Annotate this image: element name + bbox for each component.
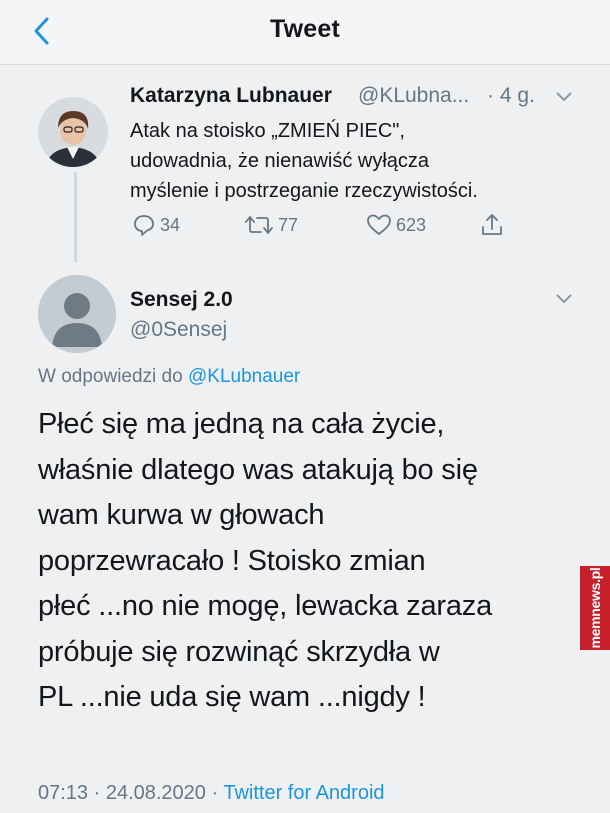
reply-icon <box>134 215 154 236</box>
retweet-count: 77 <box>278 214 299 235</box>
author-name[interactable]: Katarzyna Lubnauer <box>130 84 332 108</box>
avatar[interactable] <box>38 275 116 353</box>
tweet-options-button[interactable] <box>554 292 574 306</box>
tweet-source-link[interactable]: Twitter for Android <box>223 782 384 804</box>
reply-prefix: W odpowiedzi do <box>38 366 183 387</box>
reply-context: W odpowiedzi do @KLubnauer <box>38 366 300 388</box>
tweet-text: Płeć się ma jedną na cała życie, właśnie… <box>38 408 493 713</box>
avatar[interactable] <box>38 97 108 167</box>
top-bar: Tweet <box>0 0 610 65</box>
reply-mention-link[interactable]: @KLubnauer <box>188 366 300 387</box>
tweet-metadata: 07:13 · 24.08.2020 · Twitter for Android <box>38 782 385 805</box>
share-button[interactable] <box>480 212 504 238</box>
retweet-icon <box>245 216 273 234</box>
author-name[interactable]: Sensej 2.0 <box>130 288 233 312</box>
like-button[interactable]: 623 <box>366 212 426 238</box>
chevron-down-icon <box>556 92 572 102</box>
like-count: 623 <box>396 214 427 235</box>
reply-count: 34 <box>160 214 181 235</box>
share-icon <box>482 214 502 235</box>
author-handle[interactable]: @0Sensej <box>130 318 227 342</box>
tweet-time: · 4 g. <box>487 84 535 107</box>
author-handle[interactable]: @KLubna... <box>358 84 469 108</box>
watermark-text: memnews.pl <box>587 567 603 649</box>
person-photo-icon <box>38 97 108 167</box>
retweet-button[interactable]: 77 <box>244 212 298 238</box>
page-title: Tweet <box>270 15 340 43</box>
thread-line <box>74 172 77 262</box>
like-icon <box>367 214 391 235</box>
reply-button[interactable]: 34 <box>132 212 180 238</box>
tweet-options-button[interactable] <box>554 90 574 104</box>
default-profile-icon <box>38 275 116 353</box>
watermark-logo: memnews.pl <box>580 566 610 650</box>
tweet-text: Atak na stoisko „ZMIEŃ PIEC", udowadnia,… <box>130 120 478 202</box>
chevron-down-icon <box>556 294 572 304</box>
tweet-timestamp: 07:13 · 24.08.2020 · <box>38 782 224 804</box>
